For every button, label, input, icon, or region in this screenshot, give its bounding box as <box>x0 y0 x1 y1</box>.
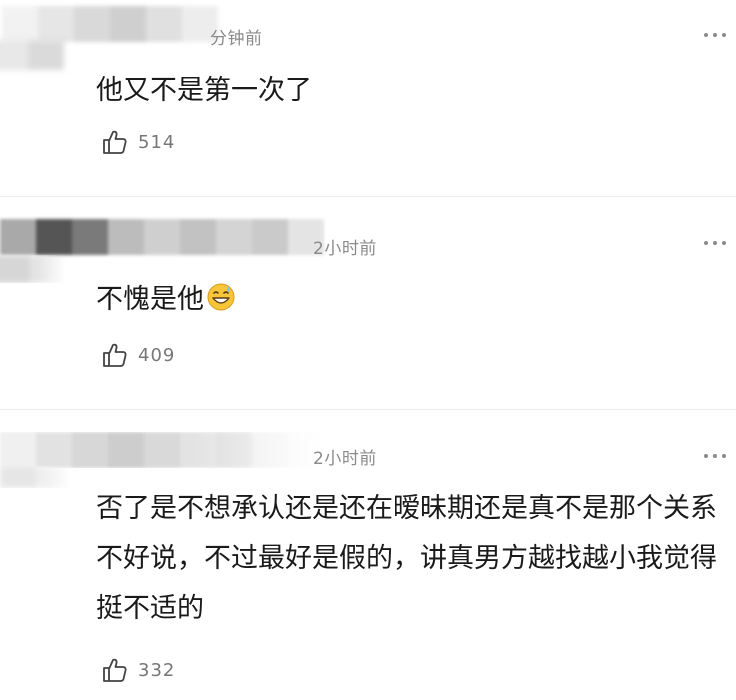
blurred-avatar <box>0 40 64 70</box>
comment-time: 分钟前 <box>210 29 263 49</box>
like-button[interactable]: 332 <box>100 656 175 684</box>
more-options-button[interactable] <box>704 33 726 37</box>
thumbs-up-outline-icon <box>103 658 127 682</box>
grin-sweat-emoji-icon <box>206 281 236 327</box>
comment-item: 2小时前 否了是不想承认还是还在暧昧期还是真不是那个关系不好说，不过最好是假的，… <box>0 410 736 700</box>
blurred-username <box>0 432 324 468</box>
comment-text-body: 不愧是他 <box>96 284 204 315</box>
thumbs-up-outline-icon <box>103 130 127 154</box>
blurred-username <box>0 219 324 255</box>
blurred-avatar <box>0 255 66 283</box>
like-count: 514 <box>138 131 176 153</box>
comment-text: 否了是不想承认还是还在暧昧期还是真不是那个关系不好说，不过最好是假的，讲真男方越… <box>96 493 717 624</box>
more-options-button[interactable] <box>704 454 726 458</box>
blurred-username <box>2 6 218 42</box>
comment-item: 2小时前 不愧是他 409 <box>0 197 736 409</box>
more-dots-icon <box>704 241 708 245</box>
thumbs-up-outline-icon <box>103 343 127 367</box>
like-count: 409 <box>138 344 176 366</box>
comment-time: 2小时前 <box>313 239 377 259</box>
comment-time: 2小时前 <box>313 449 377 469</box>
comment-text: 他又不是第一次了 <box>96 75 312 106</box>
more-dots-icon <box>704 33 708 37</box>
more-options-button[interactable] <box>704 241 726 245</box>
blurred-avatar <box>0 466 72 488</box>
like-button[interactable]: 514 <box>100 128 175 156</box>
like-button[interactable]: 409 <box>100 341 175 369</box>
like-count: 332 <box>138 659 176 681</box>
more-dots-icon <box>704 454 708 458</box>
comment-item: 分钟前 他又不是第一次了 514 <box>0 0 736 196</box>
comment-text: 不愧是他 <box>96 277 726 327</box>
